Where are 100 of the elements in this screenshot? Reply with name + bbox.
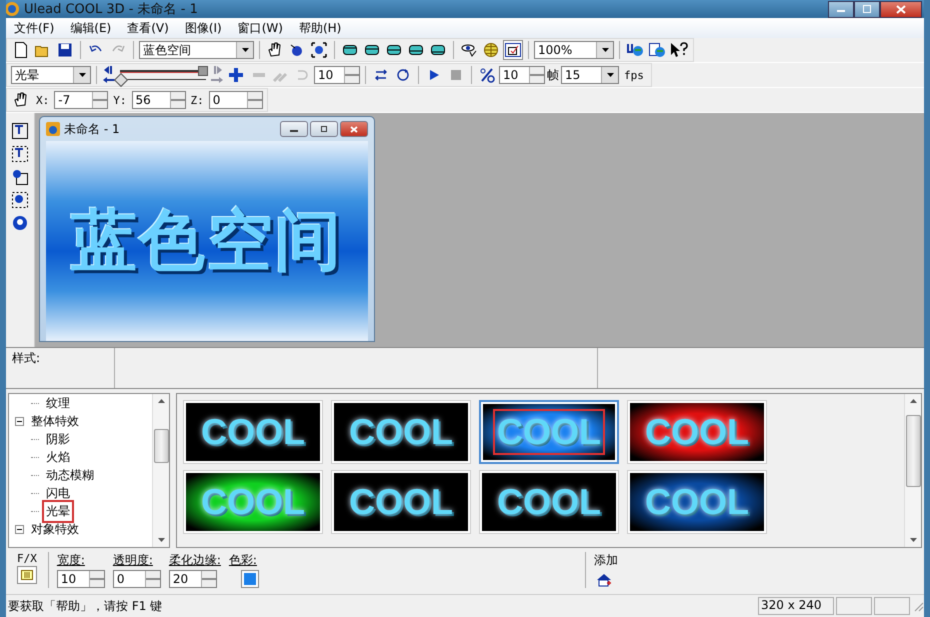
text-tool-icon [12,123,28,139]
geometric-object-button[interactable] [10,213,30,233]
property-label: 柔化边缘: [168,552,221,569]
window-check-icon [505,43,521,57]
tree-item[interactable]: 光晕 [42,500,74,522]
status-size: 320 x 240 [758,597,834,615]
add-frame-button[interactable] [226,65,246,85]
scroll-up-icon[interactable] [910,399,916,403]
axis-label: Y: [112,94,128,106]
eye-icon [461,43,477,57]
maximize-button[interactable] [854,0,880,18]
edit-text-button[interactable] [10,144,30,164]
status-panel [836,597,872,615]
menu-item[interactable]: 帮助(H) [290,20,350,36]
effect-combo[interactable]: 光晕 [11,66,91,84]
scrollbar[interactable] [904,394,921,547]
bars-icon [20,570,33,580]
menu-item[interactable]: 查看(V) [119,20,177,36]
frame-rate-label: 帧 [547,66,559,84]
color-button[interactable] [240,570,259,588]
close-icon [896,4,906,14]
rotate-icon [289,42,305,58]
scroll-up-icon[interactable] [158,399,164,403]
scroll-down-icon[interactable] [158,538,164,542]
style-thumbnail[interactable]: COOL [479,470,619,534]
property-label: 透明度: [112,552,153,569]
zoom-combo[interactable]: 100% [534,41,614,59]
close-icon [350,126,358,132]
scroll-down-icon[interactable] [910,538,916,542]
box-icon [408,43,424,57]
scroll-thumb[interactable] [154,428,168,462]
menu-item[interactable]: 文件(F) [6,20,62,36]
percent-spin-field[interactable]: 10 [499,66,545,84]
stop-icon [451,70,461,80]
loop-arrows-icon [373,68,389,82]
page-icon [14,42,28,58]
web-page-button[interactable] [647,40,667,60]
fps-combo[interactable]: 15 [561,66,619,84]
property-spin-field[interactable]: 10 [56,570,105,588]
style-thumbnail[interactable]: COOL [627,470,767,534]
app-logo-icon [6,1,20,17]
window-title: Ulead COOL 3D - 未命名 - 1 [24,1,198,18]
fx-label: F/X [16,552,38,565]
style-thumbnail[interactable]: COOL [331,400,471,464]
text-combo[interactable]: 蓝色空间 [139,41,254,59]
scroll-thumb[interactable] [906,414,920,486]
fx-button[interactable] [16,566,37,584]
maximize-button[interactable] [310,121,338,137]
hand-icon [13,92,29,108]
collapse-icon[interactable] [15,416,24,426]
ring-icon [12,215,28,231]
globe-button[interactable] [481,40,501,60]
scrollbar[interactable] [152,394,169,547]
coordinate-field[interactable]: -7 [54,91,108,109]
close-button[interactable] [340,121,368,137]
canvas-3d-text: 蓝色空间 [71,201,343,281]
sample-text: COOL [496,480,602,524]
menu-item[interactable]: 窗口(W) [230,20,291,36]
insert-object-button[interactable] [10,167,30,187]
box-icon [430,43,446,57]
coordinate-field[interactable]: 0 [208,91,263,109]
property-label: 宽度: [56,552,85,569]
document-logo-icon [46,122,60,136]
plus-icon [228,67,244,83]
resize-grip-icon [912,600,924,612]
add-label: 添加 [594,552,618,569]
style-thumbnail[interactable]: COOL [331,470,471,534]
hand-icon [267,42,283,58]
minimize-button[interactable] [828,0,854,18]
context-help-button[interactable] [669,40,689,60]
property-spin-field[interactable]: 0 [112,570,161,588]
property-spin-field[interactable]: 20 [168,570,217,588]
edit-object-button[interactable] [10,190,30,210]
size-tool-button[interactable] [309,40,329,60]
sample-text: COOL [493,409,605,455]
arrow-left-icon [102,76,116,84]
sample-text: COOL [348,480,454,524]
preview-button[interactable] [503,40,523,60]
fps-button[interactable]: fps [621,65,647,85]
caret-icon [606,73,614,77]
sample-text: COOL [348,410,454,454]
collapse-icon[interactable] [15,524,24,534]
folder-icon [35,43,51,57]
close-button[interactable] [880,0,922,18]
arrow-right-icon [210,76,224,84]
timeline-thumb[interactable] [114,72,128,88]
menu-item[interactable]: 编辑(E) [62,20,120,36]
sample-text: COOL [644,480,750,524]
maximize-icon [320,126,328,132]
insert-text-button[interactable] [10,121,30,141]
undo-icon [89,45,103,55]
minimize-button[interactable] [280,121,308,137]
coordinate-field[interactable]: 56 [132,91,186,109]
ball-icon [12,169,28,185]
pointer-question-icon [670,42,688,58]
status-panel [874,597,910,615]
style-thumbnail[interactable]: COOL [183,400,323,464]
percent-icon [479,67,495,83]
menu-item[interactable]: 图像(I) [176,20,230,36]
frame-spin-field[interactable]: 10 [314,66,360,84]
